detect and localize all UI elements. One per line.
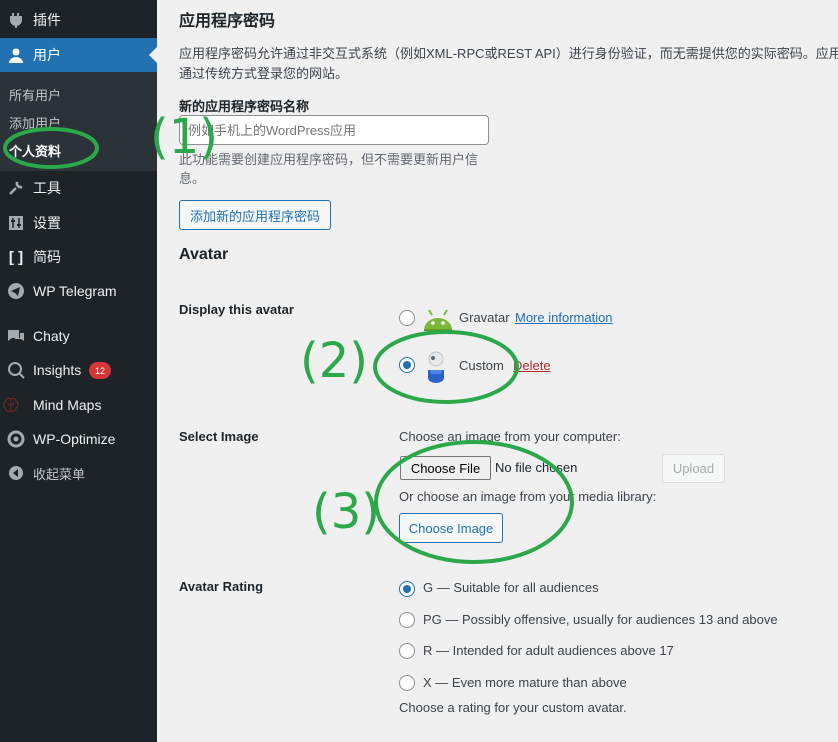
add-app-password-button[interactable]: 添加新的应用程序密码 [179, 200, 331, 230]
menu-item-users[interactable]: 用户 [0, 38, 157, 72]
update-count-badge: 12 [89, 362, 111, 379]
choose-from-media-text: Or choose an image from your media libra… [399, 489, 657, 504]
gravatar-more-info-link[interactable]: More information [515, 310, 613, 325]
submenu-add-user[interactable]: 添加用户 [9, 113, 61, 132]
rating-option-text: PG — Possibly offensive, usually for aud… [423, 612, 778, 627]
shortcode-icon: [ ] [8, 248, 24, 266]
menu-label: Insights [33, 362, 82, 378]
user-icon [6, 45, 26, 65]
upload-button[interactable]: Upload [662, 454, 725, 483]
menu-item-mind-maps[interactable]: Mind Maps [0, 388, 157, 422]
app-passwords-description: 应用程序密码允许通过非交互式系统（例如XML-RPC或REST API）进行身份… [179, 46, 838, 61]
choose-from-computer-text: Choose an image from your computer: [399, 429, 621, 444]
menu-item-shortcodes[interactable]: [ ] 简码 [0, 240, 157, 274]
plugin-icon [6, 10, 26, 30]
collapse-icon [6, 463, 26, 483]
menu-label: Chaty [33, 328, 70, 344]
menu-label: 用户 [33, 47, 61, 63]
select-image-label: Select Image [179, 429, 259, 444]
menu-label: WP-Optimize [33, 431, 116, 447]
settings-icon [6, 213, 26, 233]
menu-item-chaty[interactable]: Chaty [0, 319, 157, 353]
display-avatar-label: Display this avatar [179, 302, 294, 317]
avatar-heading: Avatar [179, 246, 229, 263]
choose-file-button[interactable]: Choose File [400, 456, 491, 480]
rating-option-text: G — Suitable for all audiences [423, 580, 599, 595]
new-password-name-input[interactable] [179, 115, 489, 145]
menu-item-wp-telegram[interactable]: WP Telegram [0, 274, 157, 308]
avatar-rating-label: Avatar Rating [179, 579, 264, 594]
new-password-help: 此功能需要创建应用程序密码，但不需要更新用户信 [179, 152, 479, 167]
users-submenu: 所有用户 添加用户 个人资料 [0, 72, 157, 171]
rating-help-text: Choose a rating for your custom avatar. [399, 700, 627, 715]
gravatar-radio[interactable] [399, 310, 415, 326]
brain-icon [3, 395, 26, 415]
menu-item-settings[interactable]: 设置 [0, 206, 157, 240]
menu-item-plugins[interactable]: 插件 [0, 3, 157, 37]
annotation-label-2: (2) [300, 333, 368, 389]
submenu-profile[interactable]: 个人资料 [9, 141, 61, 160]
rating-option-text: X — Even more mature than above [423, 675, 627, 690]
rating-g-radio[interactable] [399, 581, 415, 597]
custom-avatar-image [425, 348, 447, 387]
menu-item-insights[interactable]: Insights 12 [0, 353, 157, 387]
rating-option-text: R — Intended for adult audiences above 1… [423, 643, 674, 658]
collapse-menu-button[interactable]: 收起菜单 [0, 456, 157, 490]
annotation-label-3: (3) [312, 484, 380, 540]
new-password-help-2: 息。 [179, 171, 206, 186]
file-status-text: No file chosen [495, 460, 578, 475]
wrench-icon [6, 178, 26, 198]
choose-image-button[interactable]: Choose Image [399, 513, 503, 543]
gravatar-label: Gravatar [459, 310, 510, 325]
menu-label: 设置 [33, 215, 61, 231]
rating-r-radio[interactable] [399, 643, 415, 659]
menu-label: WP Telegram [33, 283, 117, 299]
submenu-all-users[interactable]: 所有用户 [9, 85, 61, 104]
menu-label: 收起菜单 [33, 466, 86, 482]
menu-label: 简码 [33, 249, 61, 265]
custom-avatar-radio[interactable] [399, 357, 415, 373]
menu-item-wp-optimize[interactable]: WP-Optimize [0, 422, 157, 456]
menu-label: 工具 [33, 180, 61, 196]
menu-label: Mind Maps [33, 397, 102, 413]
insights-icon [6, 360, 26, 380]
app-passwords-title: 应用程序密码 [179, 13, 276, 30]
delete-custom-avatar-link[interactable]: Delete [513, 358, 551, 373]
android-avatar-icon [421, 304, 455, 335]
telegram-icon [6, 281, 26, 301]
optimize-icon [6, 429, 26, 449]
chat-icon [6, 326, 26, 346]
custom-avatar-label: Custom [459, 358, 504, 373]
rating-x-radio[interactable] [399, 675, 415, 691]
annotation-label-1: (1) [150, 109, 218, 165]
admin-sidebar: 插件 用户 所有用户 添加用户 个人资料 工具 设置 [ ] 简码 WP Tel… [0, 0, 157, 742]
app-passwords-description-2: 通过传统方式登录您的网站。 [179, 66, 349, 81]
rating-pg-radio[interactable] [399, 612, 415, 628]
menu-item-tools[interactable]: 工具 [0, 171, 157, 205]
profile-content: 应用程序密码 应用程序密码允许通过非交互式系统（例如XML-RPC或REST A… [157, 0, 838, 742]
menu-label: 插件 [33, 12, 61, 28]
